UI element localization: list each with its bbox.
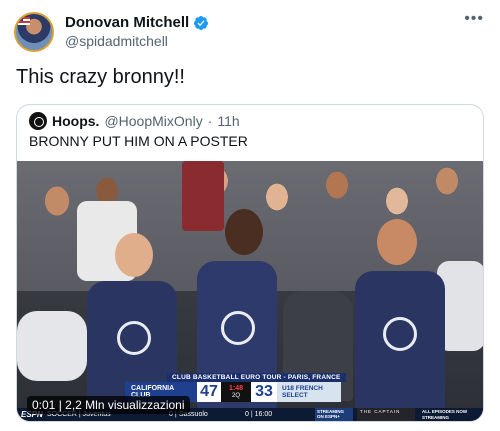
verified-badge-icon [194,15,209,30]
author-avatar[interactable] [14,12,54,52]
video-player-figure [355,271,445,411]
quoted-timestamp[interactable]: 11h [217,113,239,129]
scoreboard-score-a: 47 [197,382,221,402]
video-spectator [182,161,224,231]
quoted-tweet-header: Hoops. @HoopMixOnly · 11h [29,112,240,130]
quoted-tweet-text: BRONNY PUT HIM ON A POSTER [29,133,248,149]
clippers-logo-icon [383,317,417,351]
ticker-now-streaming: ALL EPISODES NOW STREAMING [422,409,468,420]
video-player-figure [377,219,417,265]
clippers-logo-icon [117,321,151,355]
video-spectator [17,311,87,381]
scoreboard-title: CLUB BASKETBALL EURO TOUR - PARIS, FRANC… [167,373,346,382]
quoted-avatar[interactable] [29,112,47,130]
scoreboard-period: 2Q [231,392,240,399]
video-views-badge: 0:01 | 2,2 Mln visualizzazioni [27,396,190,414]
author-name-row: Donovan Mitchell [65,14,209,31]
ticker-promo: THE CAPTAIN [357,408,415,421]
scoreboard-team-b: U18 FRENCH SELECT [277,382,341,402]
quoted-handle[interactable]: @HoopMixOnly [104,113,202,129]
video-player[interactable]: CLUB BASKETBALL EURO TOUR - PARIS, FRANC… [17,161,483,421]
ticker-streaming: STREAMING ON ESPN+ [315,408,353,421]
tweet-text: This crazy bronny!! [16,66,185,88]
video-player-figure [115,233,153,277]
scoreboard-score-b: 33 [251,382,277,402]
scoreboard-game-clock: 1:48 [228,384,243,392]
video-player-figure [225,209,263,255]
clippers-logo-icon [221,311,255,345]
author-handle[interactable]: @spidadmitchell [65,33,168,49]
author-display-name[interactable]: Donovan Mitchell [65,14,189,31]
scoreboard-clock: 1:48 2Q [221,382,251,402]
quoted-tweet[interactable]: Hoops. @HoopMixOnly · 11h BRONNY PUT HIM… [16,104,484,422]
more-horizontal-icon[interactable]: ••• [464,10,484,28]
tweet-card[interactable]: Donovan Mitchell @spidadmitchell ••• Thi… [0,0,500,431]
separator-dot: · [207,113,213,129]
ticker-clock: 0 | 16:00 [245,411,273,418]
quoted-display-name[interactable]: Hoops. [52,113,99,129]
flag-icon [18,17,30,25]
